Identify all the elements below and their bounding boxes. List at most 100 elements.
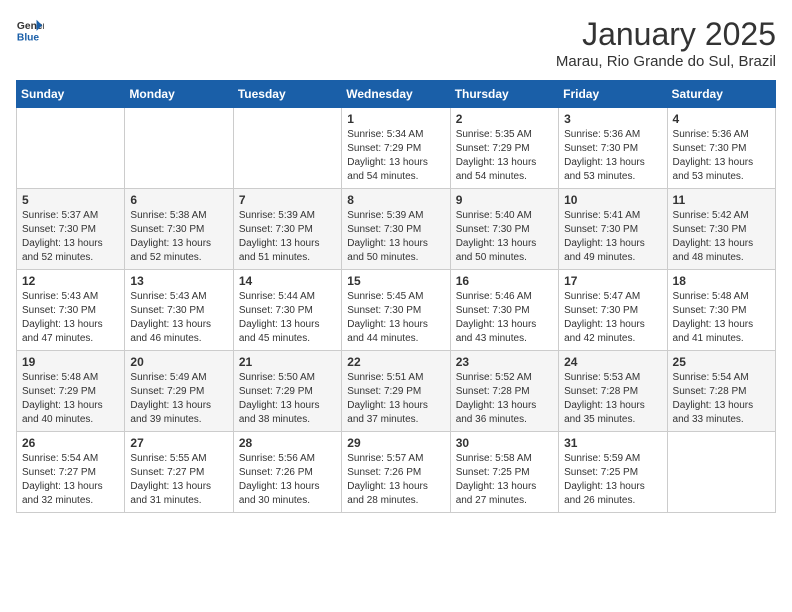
logo: General Blue (16, 16, 44, 44)
day-number: 26 (22, 436, 119, 450)
day-number: 6 (130, 193, 227, 207)
day-info: Sunrise: 5:53 AM Sunset: 7:28 PM Dayligh… (564, 371, 661, 427)
calendar-cell: 26Sunrise: 5:54 AM Sunset: 7:27 PM Dayli… (17, 432, 125, 513)
day-info: Sunrise: 5:45 AM Sunset: 7:30 PM Dayligh… (347, 290, 444, 346)
calendar-cell: 30 Sunrise: 5:58 AM Sunset: 7:25 PM Dayli… (450, 432, 558, 513)
day-number: 11 (673, 193, 770, 207)
calendar-cell: 20 Sunrise: 5:49 AM Sunset: 7:29 PM Dayli… (125, 351, 233, 432)
day-info: Sunrise: 5:36 AM Sunset: 7:30 PM Dayligh… (673, 128, 770, 184)
day-header-wednesday: Wednesday (342, 81, 450, 108)
svg-text:Blue: Blue (17, 32, 40, 43)
day-number: 10 (564, 193, 661, 207)
day-info: Sunrise: 5:35 AM Sunset: 7:29 PM Dayligh… (456, 128, 553, 184)
day-info: Sunrise: 5:58 AM Sunset: 7:25 PM Dayligh… (456, 452, 553, 508)
day-info: Sunrise: 5:50 AM Sunset: 7:29 PM Dayligh… (239, 371, 336, 427)
calendar-cell: 23 Sunrise: 5:52 AM Sunset: 7:28 PM Dayli… (450, 351, 558, 432)
calendar-cell: 29 Sunrise: 5:57 AM Sunset: 7:26 PM Dayli… (342, 432, 450, 513)
calendar-cell: 4Sunrise: 5:36 AM Sunset: 7:30 PM Daylig… (667, 108, 775, 189)
day-info: Sunrise: 5:37 AM Sunset: 7:30 PM Dayligh… (22, 209, 119, 265)
calendar-cell (667, 432, 775, 513)
day-info: Sunrise: 5:39 AM Sunset: 7:30 PM Dayligh… (239, 209, 336, 265)
calendar-cell: 31 Sunrise: 5:59 AM Sunset: 7:25 PM Dayli… (559, 432, 667, 513)
calendar-cell: 9 Sunrise: 5:40 AM Sunset: 7:30 PM Daylig… (450, 189, 558, 270)
day-number: 7 (239, 193, 336, 207)
day-header-tuesday: Tuesday (233, 81, 341, 108)
day-info: Sunrise: 5:38 AM Sunset: 7:30 PM Dayligh… (130, 209, 227, 265)
day-info: Sunrise: 5:42 AM Sunset: 7:30 PM Dayligh… (673, 209, 770, 265)
day-info: Sunrise: 5:48 AM Sunset: 7:29 PM Dayligh… (22, 371, 119, 427)
day-info: Sunrise: 5:52 AM Sunset: 7:28 PM Dayligh… (456, 371, 553, 427)
day-header-friday: Friday (559, 81, 667, 108)
day-number: 27 (130, 436, 227, 450)
page-header: General Blue January 2025 Marau, Rio Gra… (16, 16, 776, 70)
calendar-cell: 28 Sunrise: 5:56 AM Sunset: 7:26 PM Dayli… (233, 432, 341, 513)
month-title: January 2025 (556, 16, 776, 53)
day-info: Sunrise: 5:57 AM Sunset: 7:26 PM Dayligh… (347, 452, 444, 508)
day-info: Sunrise: 5:41 AM Sunset: 7:30 PM Dayligh… (564, 209, 661, 265)
day-number: 14 (239, 274, 336, 288)
calendar-cell: 24 Sunrise: 5:53 AM Sunset: 7:28 PM Dayli… (559, 351, 667, 432)
calendar-cell: 27 Sunrise: 5:55 AM Sunset: 7:27 PM Dayli… (125, 432, 233, 513)
calendar-cell: 21 Sunrise: 5:50 AM Sunset: 7:29 PM Dayli… (233, 351, 341, 432)
calendar-cell (233, 108, 341, 189)
day-number: 20 (130, 355, 227, 369)
day-number: 16 (456, 274, 553, 288)
day-header-monday: Monday (125, 81, 233, 108)
day-number: 8 (347, 193, 444, 207)
day-info: Sunrise: 5:51 AM Sunset: 7:29 PM Dayligh… (347, 371, 444, 427)
day-info: Sunrise: 5:56 AM Sunset: 7:26 PM Dayligh… (239, 452, 336, 508)
day-info: Sunrise: 5:43 AM Sunset: 7:30 PM Dayligh… (22, 290, 119, 346)
day-info: Sunrise: 5:40 AM Sunset: 7:30 PM Dayligh… (456, 209, 553, 265)
day-number: 2 (456, 112, 553, 126)
calendar-cell: 14Sunrise: 5:44 AM Sunset: 7:30 PM Dayli… (233, 270, 341, 351)
calendar-cell: 18Sunrise: 5:48 AM Sunset: 7:30 PM Dayli… (667, 270, 775, 351)
calendar-cell: 22 Sunrise: 5:51 AM Sunset: 7:29 PM Dayli… (342, 351, 450, 432)
day-number: 5 (22, 193, 119, 207)
day-info: Sunrise: 5:36 AM Sunset: 7:30 PM Dayligh… (564, 128, 661, 184)
day-header-sunday: Sunday (17, 81, 125, 108)
calendar-cell: 5 Sunrise: 5:37 AM Sunset: 7:30 PM Daylig… (17, 189, 125, 270)
day-number: 19 (22, 355, 119, 369)
day-number: 21 (239, 355, 336, 369)
calendar-cell: 7 Sunrise: 5:39 AM Sunset: 7:30 PM Daylig… (233, 189, 341, 270)
title-area: January 2025 Marau, Rio Grande do Sul, B… (556, 16, 776, 70)
day-info: Sunrise: 5:46 AM Sunset: 7:30 PM Dayligh… (456, 290, 553, 346)
day-number: 17 (564, 274, 661, 288)
calendar-cell: 19 Sunrise: 5:48 AM Sunset: 7:29 PM Dayli… (17, 351, 125, 432)
day-header-saturday: Saturday (667, 81, 775, 108)
location-title: Marau, Rio Grande do Sul, Brazil (556, 53, 776, 70)
calendar-cell: 11 Sunrise: 5:42 AM Sunset: 7:30 PM Dayli… (667, 189, 775, 270)
calendar-cell (125, 108, 233, 189)
calendar-cell: 16 Sunrise: 5:46 AM Sunset: 7:30 PM Dayli… (450, 270, 558, 351)
calendar-cell: 17 Sunrise: 5:47 AM Sunset: 7:30 PM Dayli… (559, 270, 667, 351)
day-info: Sunrise: 5:49 AM Sunset: 7:29 PM Dayligh… (130, 371, 227, 427)
day-info: Sunrise: 5:59 AM Sunset: 7:25 PM Dayligh… (564, 452, 661, 508)
day-number: 3 (564, 112, 661, 126)
calendar-cell: 3 Sunrise: 5:36 AM Sunset: 7:30 PM Daylig… (559, 108, 667, 189)
day-number: 28 (239, 436, 336, 450)
day-number: 23 (456, 355, 553, 369)
day-number: 30 (456, 436, 553, 450)
day-number: 29 (347, 436, 444, 450)
calendar-cell: 15Sunrise: 5:45 AM Sunset: 7:30 PM Dayli… (342, 270, 450, 351)
day-info: Sunrise: 5:34 AM Sunset: 7:29 PM Dayligh… (347, 128, 444, 184)
day-header-thursday: Thursday (450, 81, 558, 108)
day-number: 18 (673, 274, 770, 288)
calendar-cell: 2 Sunrise: 5:35 AM Sunset: 7:29 PM Daylig… (450, 108, 558, 189)
day-number: 13 (130, 274, 227, 288)
calendar-cell (17, 108, 125, 189)
day-number: 12 (22, 274, 119, 288)
calendar-cell: 8Sunrise: 5:39 AM Sunset: 7:30 PM Daylig… (342, 189, 450, 270)
calendar-cell: 13Sunrise: 5:43 AM Sunset: 7:30 PM Dayli… (125, 270, 233, 351)
day-info: Sunrise: 5:54 AM Sunset: 7:28 PM Dayligh… (673, 371, 770, 427)
day-number: 24 (564, 355, 661, 369)
day-number: 31 (564, 436, 661, 450)
calendar-cell: 25Sunrise: 5:54 AM Sunset: 7:28 PM Dayli… (667, 351, 775, 432)
logo-icon: General Blue (16, 16, 44, 44)
calendar-cell: 12 Sunrise: 5:43 AM Sunset: 7:30 PM Dayli… (17, 270, 125, 351)
day-info: Sunrise: 5:47 AM Sunset: 7:30 PM Dayligh… (564, 290, 661, 346)
day-info: Sunrise: 5:55 AM Sunset: 7:27 PM Dayligh… (130, 452, 227, 508)
day-number: 9 (456, 193, 553, 207)
day-number: 22 (347, 355, 444, 369)
calendar-cell: 6 Sunrise: 5:38 AM Sunset: 7:30 PM Daylig… (125, 189, 233, 270)
